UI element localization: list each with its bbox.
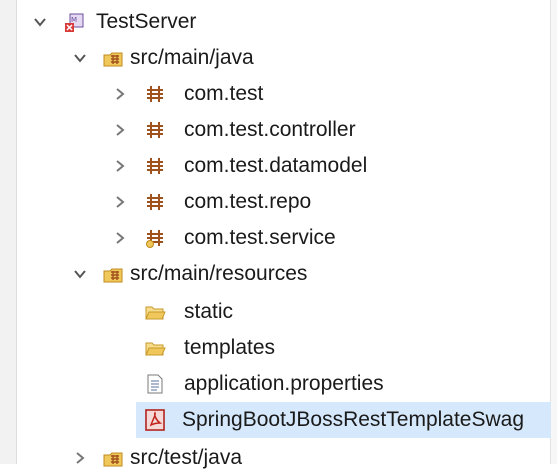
- right-scrollbar[interactable]: [550, 0, 557, 464]
- chevron-right-icon[interactable]: [112, 194, 128, 210]
- folder-icon: [144, 301, 166, 323]
- tree-node-label: com.test.controller: [184, 118, 356, 141]
- tree-node-label: com.test.datamodel: [184, 154, 368, 177]
- tree-node-label: com.test.repo: [184, 190, 312, 213]
- chevron-right-icon[interactable]: [112, 158, 128, 174]
- tree-node-label: TestServer: [96, 10, 197, 33]
- tree-node-project[interactable]: M TestServer: [16, 4, 551, 40]
- tree-node-file[interactable]: application.properties: [16, 366, 551, 402]
- left-gutter: [0, 0, 17, 464]
- tree-node-folder[interactable]: static: [16, 294, 551, 330]
- project-explorer-tree: M TestServer src/main/java com.test com.…: [16, 0, 551, 469]
- tree-node-label: application.properties: [184, 372, 384, 395]
- source-folder-icon: [102, 447, 124, 469]
- tree-node-label: SpringBootJBossRestTemplateSwag: [182, 408, 525, 431]
- properties-file-icon: [144, 373, 166, 395]
- package-icon: [144, 155, 166, 177]
- tree-node-label: src/main/java: [130, 46, 254, 69]
- package-icon: [144, 191, 166, 213]
- chevron-right-icon[interactable]: [112, 86, 128, 102]
- tree-node-package[interactable]: com.test.datamodel: [16, 148, 551, 184]
- chevron-down-icon[interactable]: [32, 14, 48, 30]
- chevron-right-icon[interactable]: [112, 122, 128, 138]
- tree-node-label: src/main/resources: [130, 262, 308, 285]
- tree-node-label: com.test.service: [184, 226, 336, 249]
- tree-node-label: templates: [184, 336, 276, 359]
- tree-node-package[interactable]: com.test.repo: [16, 184, 551, 220]
- source-folder-icon: [102, 263, 124, 285]
- svg-text:M: M: [71, 16, 77, 24]
- tree-node-src-main-java[interactable]: src/main/java: [16, 40, 551, 76]
- tree-node-folder[interactable]: templates: [16, 330, 551, 366]
- maven-project-icon: M: [64, 11, 86, 33]
- chevron-down-icon[interactable]: [72, 50, 88, 66]
- chevron-right-icon[interactable]: [112, 230, 128, 246]
- tree-node-src-test-java[interactable]: src/test/java: [16, 440, 551, 476]
- tree-node-package[interactable]: com.test: [16, 76, 551, 112]
- tree-node-label: com.test: [184, 82, 264, 105]
- package-icon: [144, 119, 166, 141]
- tree-node-src-main-resources[interactable]: src/main/resources: [16, 256, 551, 292]
- tree-node-file-selected[interactable]: SpringBootJBossRestTemplateSwag: [136, 402, 551, 438]
- tree-node-package[interactable]: com.test.controller: [16, 112, 551, 148]
- tree-node-package[interactable]: com.test.service: [16, 220, 551, 256]
- source-folder-icon: [102, 47, 124, 69]
- chevron-down-icon[interactable]: [72, 266, 88, 282]
- pdf-file-icon: [144, 409, 166, 431]
- package-icon: [144, 227, 166, 249]
- tree-node-label: static: [184, 300, 234, 323]
- package-icon: [144, 83, 166, 105]
- tree-node-label: src/test/java: [130, 446, 243, 469]
- folder-icon: [144, 337, 166, 359]
